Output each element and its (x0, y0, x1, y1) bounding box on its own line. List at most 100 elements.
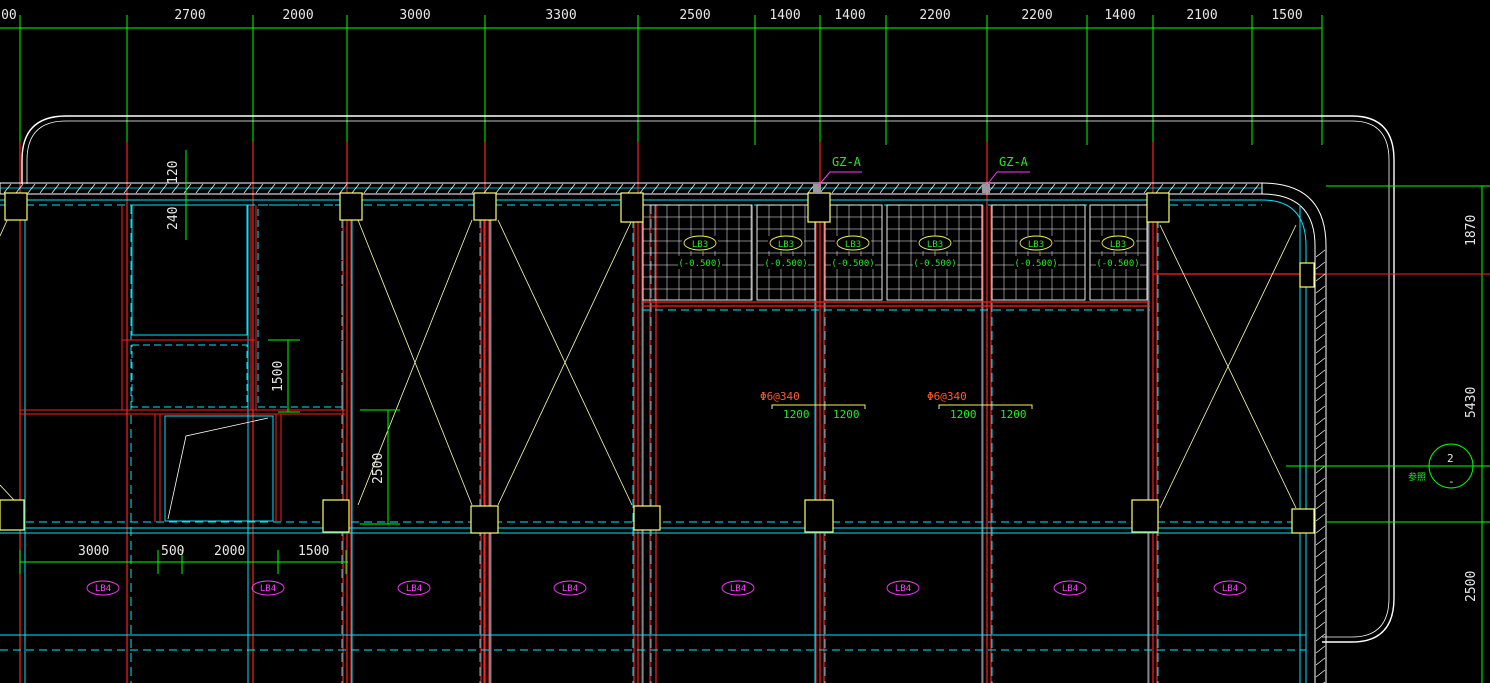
lb4-text: LB4 (260, 584, 276, 594)
hatch-stroke (1315, 501, 1326, 510)
top-dimension-label: 2200 (919, 8, 950, 23)
hatch-stroke (627, 183, 636, 194)
tile-panel (824, 204, 883, 301)
hatch-stroke (1107, 183, 1116, 194)
hatch-stroke (687, 183, 696, 194)
hatch-stroke (639, 183, 648, 194)
lb3-text: LB3 (1028, 240, 1044, 250)
hatch-stroke (63, 183, 72, 194)
hatch-stroke (1315, 513, 1326, 522)
hatch-stroke (3, 183, 12, 194)
lb3-text: LB3 (927, 240, 943, 250)
hatch-stroke (519, 183, 528, 194)
column (322, 499, 350, 533)
hatch-stroke (255, 183, 264, 194)
slab-edge-verticals (24, 205, 1301, 683)
lb4-label: LB4 (397, 580, 431, 596)
rebar-right-1: 1200 (833, 408, 860, 421)
hatch-stroke (1227, 183, 1236, 194)
lb4-label: LB4 (1213, 580, 1247, 596)
lb3-text: LB3 (845, 240, 861, 250)
dim-240: 240 (166, 207, 181, 230)
column (807, 192, 831, 223)
hatch-stroke (1315, 573, 1326, 582)
hatch-stroke (543, 183, 552, 194)
hatch-stroke (795, 183, 804, 194)
hatch-stroke (159, 183, 168, 194)
tile-panel (991, 204, 1086, 301)
hatch-stroke (315, 183, 324, 194)
dim-1500: 1500 (271, 361, 286, 392)
tile-panel (1089, 204, 1148, 301)
hatch-stroke (975, 183, 984, 194)
hatch-stroke (1215, 183, 1224, 194)
hatch-stroke (99, 183, 108, 194)
hatch-stroke (1315, 369, 1326, 378)
hatch-stroke (1315, 357, 1326, 366)
top-dimension-label: 3300 (545, 8, 576, 23)
hatch-stroke (1315, 393, 1326, 402)
lb4-text: LB4 (1062, 584, 1078, 594)
hatch-stroke (195, 183, 204, 194)
hatch-stroke (711, 183, 720, 194)
hatch-stroke (1315, 477, 1326, 486)
column (339, 192, 363, 221)
right-dim-2: 5430 (1464, 387, 1479, 418)
column (1146, 192, 1170, 223)
hatch-stroke (183, 183, 192, 194)
hatch-stroke (1315, 345, 1326, 354)
column (1299, 262, 1315, 288)
column (633, 505, 661, 531)
hatch-stroke (435, 183, 444, 194)
hatch-stroke (1315, 645, 1326, 654)
lb3-elevation: (-0.500) (1014, 259, 1057, 269)
hatch-stroke (831, 183, 840, 194)
section-side-label: 参照 (1408, 471, 1426, 483)
hatch-stroke (759, 183, 768, 194)
hatch-stroke (1315, 405, 1326, 414)
hatch-stroke (723, 183, 732, 194)
hatch-stroke (1239, 183, 1248, 194)
top-wall (0, 182, 1263, 195)
hatch-stroke (891, 183, 900, 194)
lb4-label: LB4 (886, 580, 920, 596)
hatch-stroke (351, 183, 360, 194)
cad-drawing-canvas[interactable]: 3002700200030003300250014001400220022001… (0, 0, 1490, 683)
top-dimension-label: 1400 (1104, 8, 1135, 23)
hatch-stroke (411, 183, 420, 194)
hatch-stroke (939, 183, 948, 194)
hatch-stroke (87, 183, 96, 194)
top-dimension-label: 2200 (1021, 8, 1052, 23)
hatch-stroke (699, 183, 708, 194)
hatch-stroke (1315, 273, 1326, 282)
lb3-label: LB3 (-0.500) (678, 235, 722, 269)
rebar-note-2: Φ6@340 1200 1200 (927, 390, 1033, 421)
axis-grid (19, 15, 1323, 145)
lb4-text: LB4 (1222, 584, 1238, 594)
hatch-stroke (747, 183, 756, 194)
column (1291, 508, 1315, 534)
hatch-stroke (1155, 183, 1164, 194)
section-number: 2 (1447, 452, 1454, 465)
outer-wall-outline (21, 115, 1395, 643)
hatch-stroke (1315, 537, 1326, 546)
hatch-stroke (927, 183, 936, 194)
hatch-stroke (147, 183, 156, 194)
tile-panel (886, 204, 983, 301)
hatch-stroke (591, 183, 600, 194)
lb3-label: LB3 (-0.500) (1096, 235, 1140, 269)
hatch-stroke (399, 183, 408, 194)
lb3-tile-panels (642, 204, 1148, 301)
column (470, 505, 499, 534)
lb3-elevation: (-0.500) (1096, 259, 1139, 269)
column (0, 499, 25, 531)
hatch-stroke (735, 183, 744, 194)
hatch-stroke (111, 183, 120, 194)
hatch-stroke (1315, 309, 1326, 318)
tile-panel (642, 204, 753, 301)
hatch-stroke (771, 183, 780, 194)
lb4-text: LB4 (95, 584, 111, 594)
hatch-stroke (219, 183, 228, 194)
hatch-stroke (963, 183, 972, 194)
lb4-text: LB4 (562, 584, 578, 594)
